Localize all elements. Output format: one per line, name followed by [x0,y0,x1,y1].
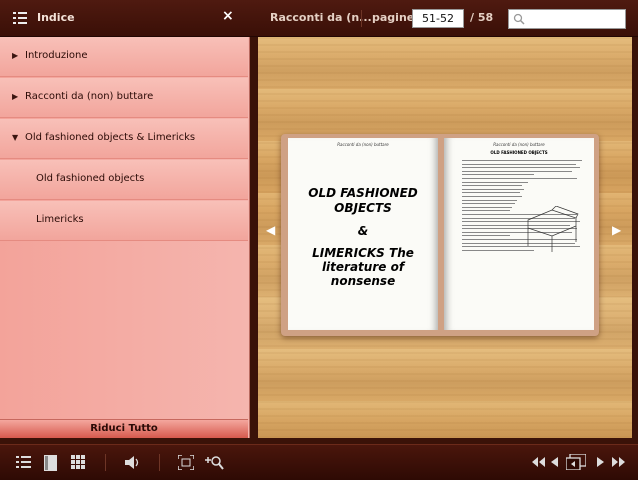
cover-ampersand: & [357,224,369,238]
page-number-input[interactable] [412,9,464,28]
index-icon[interactable] [16,455,31,471]
right-page[interactable]: Racconti da (non) buttare OLD FASHIONED … [444,138,594,330]
single-page-icon[interactable] [44,455,57,471]
index-item-old-fashioned-limericks[interactable]: ▼ Old fashioned objects & Limericks [0,119,248,159]
running-head: Racconti da (non) buttare [337,142,389,147]
index-item-label: Old fashioned objects [36,173,145,184]
first-page-icon[interactable] [532,457,545,467]
toolbar-divider [105,454,106,471]
index-item-label: Racconti da (non) buttare [25,91,154,102]
next-page-arrow-icon[interactable]: ▶ [612,223,621,237]
spread-view-icon[interactable] [566,454,586,470]
index-item-racconti[interactable]: ▶ Racconti da (non) buttare [0,78,248,118]
cover-title: OLD FASHIONED OBJECTS [308,186,418,215]
open-book: Racconti da (non) buttare OLD FASHIONED … [281,134,599,336]
document-title: Racconti da (n... [270,11,372,24]
book-viewer: ◀ ▶ Racconti da (non) buttare OLD FASHIO… [258,37,632,438]
sound-icon[interactable] [125,455,142,470]
index-title: Indice [37,11,75,24]
search-input[interactable] [529,12,623,26]
list-icon[interactable] [12,10,28,26]
left-page[interactable]: Racconti da (non) buttare OLD FASHIONED … [288,138,438,330]
index-item-label: Limericks [36,214,84,225]
index-subitem-old-fashioned-objects[interactable]: Old fashioned objects [0,160,248,200]
collapse-all-button[interactable]: Riduci Tutto [0,419,248,438]
close-index-button[interactable]: × [222,8,234,24]
next-page-icon[interactable] [597,457,604,467]
index-item-label: Introduzione [25,50,88,61]
expand-arrow-icon[interactable]: ▶ [12,92,18,101]
toolbar-divider [159,454,160,471]
index-subitem-limericks[interactable]: Limericks [0,201,248,241]
search-icon [513,13,525,25]
index-sidebar: ▶ Introduzione ▶ Racconti da (non) butta… [0,37,250,438]
top-toolbar: Indice × Racconti da (n... pagine: / 58 [0,0,638,37]
prev-page-icon[interactable] [551,457,558,467]
cover-subtitle: LIMERICKS The literature of nonsense [312,246,414,288]
index-item-label: Old fashioned objects & Limericks [25,132,196,143]
page-total: / 58 [470,11,494,24]
running-head: Racconti da (non) buttare [493,142,545,147]
toolbar-divider [361,10,362,27]
collapse-all-label: Riduci Tutto [90,423,158,434]
last-page-icon[interactable] [612,457,625,467]
piano-illustration-icon [527,206,579,252]
collapse-arrow-icon[interactable]: ▼ [12,133,18,142]
page-heading: OLD FASHIONED OBJECTS [490,150,548,155]
thumbnails-icon[interactable] [71,455,85,469]
prev-page-arrow-icon[interactable]: ◀ [266,223,275,237]
expand-arrow-icon[interactable]: ▶ [12,51,18,60]
fullscreen-icon[interactable] [178,455,194,470]
zoom-icon[interactable] [205,455,224,470]
index-item-introduzione[interactable]: ▶ Introduzione [0,37,248,77]
bottom-toolbar [0,444,638,480]
search-box[interactable] [508,9,626,29]
